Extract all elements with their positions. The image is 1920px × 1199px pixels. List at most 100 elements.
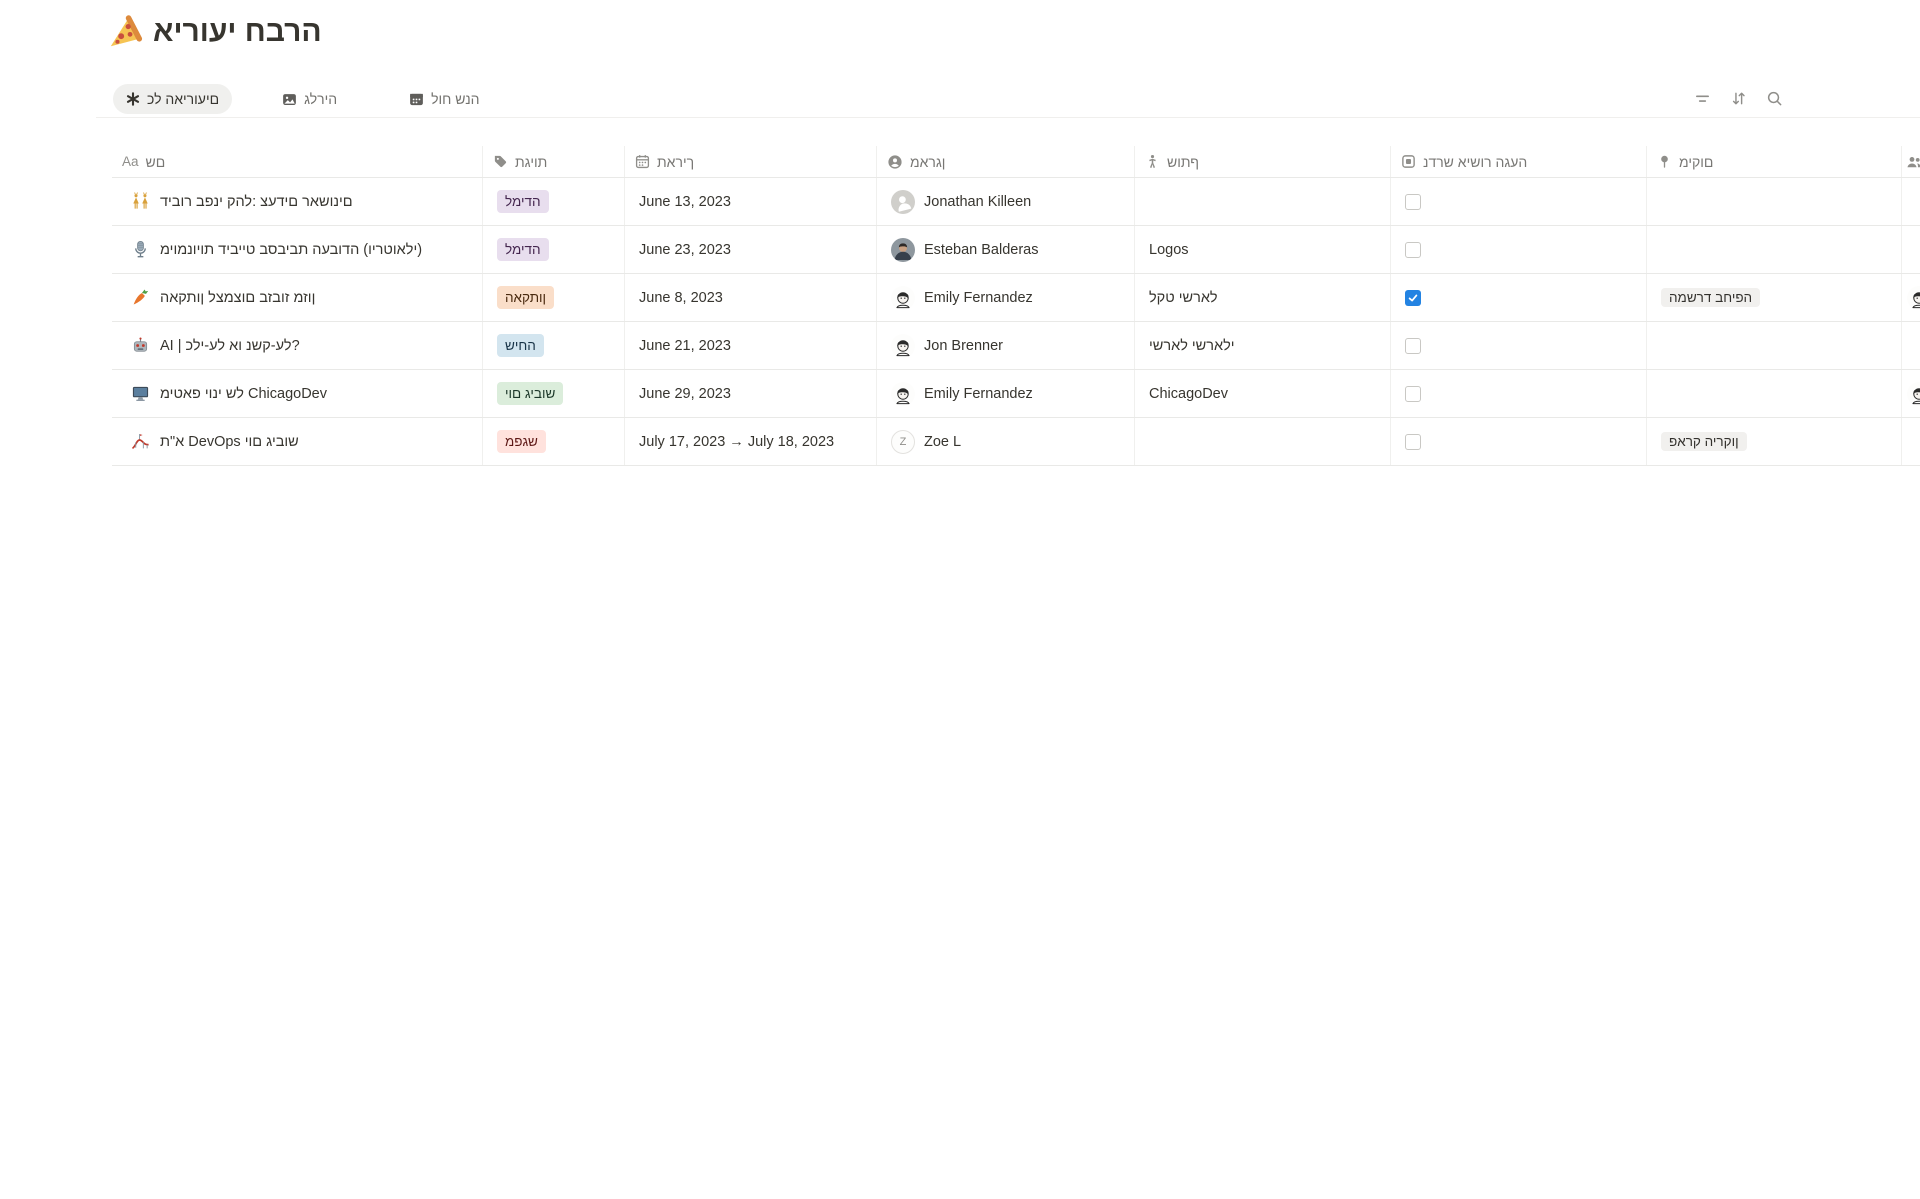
participants-cell[interactable] [1902,370,1920,417]
carrot-emoji [131,288,151,307]
column-header-participants[interactable] [1902,146,1920,177]
participants-cell[interactable] [1902,322,1920,369]
view-tab-label: לוח שנה [431,91,479,107]
date-cell[interactable]: June 29, 2023 [625,370,877,417]
avatar [1907,382,1920,406]
date-cell[interactable]: July 17, 2023 → July 18, 2023 [625,418,877,465]
column-header-location[interactable]: מיקום [1647,146,1902,177]
event-name-cell[interactable]: AI | כלי-על או נשק-על? [112,322,483,369]
event-name-cell[interactable]: ת"א DevOps יום גיבוש [112,418,483,465]
person-standing-icon [1145,154,1160,169]
organizer-cell[interactable]: Jon Brenner [877,322,1135,369]
partner-cell[interactable]: Logos [1135,226,1391,273]
rsvp-checkbox[interactable] [1405,242,1421,258]
location-cell[interactable]: המשרד בחיפה [1647,274,1902,321]
partner-cell[interactable] [1135,178,1391,225]
tags-cell[interactable]: יום גיבוש [483,370,625,417]
rsvp-checkbox[interactable] [1405,434,1421,450]
rollercoaster-emoji [131,432,151,451]
events-table: Aaשםתגיות תאריך מארגן שותף נדרש אישור הגעה מי… [112,146,1920,466]
location-pill: המשרד בחיפה [1661,288,1760,307]
rsvp-checkbox[interactable] [1405,194,1421,210]
participants-cell[interactable] [1902,418,1920,465]
robot-emoji [131,336,151,355]
tags-cell[interactable]: למידה [483,178,625,225]
partner-name: ישראל ישראלי [1149,338,1235,354]
view-tabs: כל האירועים גלריה לוח שנה [113,83,480,115]
location-cell[interactable] [1647,322,1902,369]
rsvp-checkbox[interactable] [1405,386,1421,402]
tags-cell[interactable]: מפגש [483,418,625,465]
filter-icon[interactable] [1694,90,1711,107]
event-name-cell[interactable]: מיומנויות דיבייט בסביבת העבודה (וירטואלי… [112,226,483,273]
pizza-emoji[interactable] [106,14,143,51]
date-cell[interactable]: June 8, 2023 [625,274,877,321]
event-name-cell[interactable]: האקתון לצמצום בזבוז מזון [112,274,483,321]
page-title[interactable]: אירועי חברה [153,12,322,52]
column-header-name[interactable]: Aaשם [112,146,483,177]
organizer-cell[interactable]: Esteban Balderas [877,226,1135,273]
participants-cell[interactable] [1902,178,1920,225]
view-tab-calendar[interactable]: לוח שנה [409,91,479,107]
rsvp-checkbox[interactable] [1405,338,1421,354]
event-name: AI | כלי-על או נשק-על? [160,338,300,354]
partner-cell[interactable] [1135,418,1391,465]
event-name: ת"א DevOps יום גיבוש [160,434,299,450]
event-name: דיבור בפני קהל: צעדים ראשונים [160,194,353,210]
tag-pill: מפגש [497,430,546,453]
organizer-cell[interactable]: Emily Fernandez [877,370,1135,417]
column-header-label: מיקום [1679,154,1713,170]
organizer-cell[interactable]: Jonathan Killeen [877,178,1135,225]
avatar [1907,286,1920,310]
date-cell[interactable]: June 13, 2023 [625,178,877,225]
view-tab-gallery[interactable]: גלריה [282,91,337,107]
tag-pill: למידה [497,238,549,261]
people-icon [1906,154,1920,170]
location-cell[interactable] [1647,178,1902,225]
column-header-tags[interactable]: תגיות [483,146,625,177]
tags-cell[interactable]: למידה [483,226,625,273]
tags-cell[interactable]: שיחה [483,322,625,369]
column-header-label: שותף [1167,154,1199,170]
location-cell[interactable] [1647,370,1902,417]
checkbox-icon [1401,154,1416,169]
event-name: מיומנויות דיבייט בסביבת העבודה (וירטואלי… [160,242,422,258]
participants-cell[interactable] [1902,226,1920,273]
table-row: ת"א DevOps יום גיבוש מפגש July 17, 2023 → … [112,418,1920,466]
column-header-partner[interactable]: שותף [1135,146,1391,177]
partner-cell[interactable]: ישראל ישראלי [1135,322,1391,369]
location-pill: פארק הירקון [1661,432,1747,451]
organizer-cell[interactable]: Emily Fernandez [877,274,1135,321]
location-cell[interactable]: פארק הירקון [1647,418,1902,465]
organizer-name: Emily Fernandez [924,386,1033,402]
page-header: אירועי חברה [106,12,322,52]
partner-cell[interactable]: לקט ישראל [1135,274,1391,321]
date-cell[interactable]: June 21, 2023 [625,322,877,369]
partner-name: לקט ישראל [1149,290,1218,306]
organizer-name: Zoe L [924,434,961,450]
participants-cell[interactable] [1902,274,1920,321]
rsvp-checkbox[interactable] [1405,290,1421,306]
column-header-rsvp[interactable]: נדרש אישור הגעה [1391,146,1647,177]
event-name-cell[interactable]: דיבור בפני קהל: צעדים ראשונים [112,178,483,225]
column-header-label: נדרש אישור הגעה [1423,154,1527,170]
column-header-organizer[interactable]: מארגן [877,146,1135,177]
organizer-cell[interactable]: ZZoe L [877,418,1135,465]
rsvp-cell [1391,274,1647,321]
column-header-date[interactable]: תאריך [625,146,877,177]
tag-pill: האקתון [497,286,554,309]
event-name-cell[interactable]: מיטאפ יוני של ChicagoDev [112,370,483,417]
avatar [891,382,915,406]
rsvp-cell [1391,226,1647,273]
location-cell[interactable] [1647,226,1902,273]
sort-icon[interactable] [1730,90,1747,107]
view-tab-all-events[interactable]: כל האירועים [113,84,232,114]
table-row: מיטאפ יוני של ChicagoDevיום גיבושJune 29… [112,370,1920,418]
column-header-label: תאריך [657,154,694,170]
search-icon[interactable] [1766,90,1783,107]
partner-cell[interactable]: ChicagoDev [1135,370,1391,417]
tag-icon [493,154,508,169]
event-name: האקתון לצמצום בזבוז מזון [160,290,315,306]
date-cell[interactable]: June 23, 2023 [625,226,877,273]
tags-cell[interactable]: האקתון [483,274,625,321]
